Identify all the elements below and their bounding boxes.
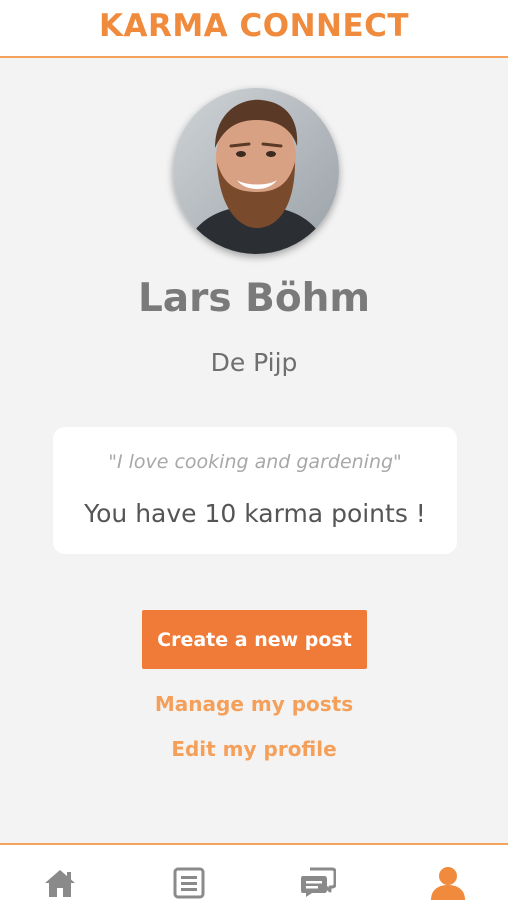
list-icon: [173, 867, 205, 899]
nav-feed[interactable]: [169, 863, 209, 903]
profile-info-card: "I love cooking and gardening" You have …: [53, 427, 457, 554]
karma-points-text: You have 10 karma points !: [84, 499, 426, 528]
app-title: KARMA CONNECT: [98, 8, 410, 44]
app-header: KARMA CONNECT: [0, 0, 508, 58]
bio-quote: "I love cooking and gardening": [108, 451, 402, 473]
create-post-button[interactable]: Create a new post: [142, 610, 367, 669]
nav-home[interactable]: [40, 863, 80, 903]
user-location: De Pijp: [210, 348, 298, 377]
user-name: Lars Böhm: [137, 276, 371, 321]
avatar: [173, 88, 339, 254]
edit-profile-link[interactable]: Edit my profile: [0, 737, 508, 761]
nav-profile[interactable]: [428, 863, 468, 903]
home-icon: [45, 870, 75, 897]
manage-posts-link[interactable]: Manage my posts: [0, 692, 508, 716]
nav-chat[interactable]: [298, 863, 338, 903]
bottom-nav: [0, 843, 508, 918]
user-icon: [431, 867, 465, 900]
chat-icon: [301, 867, 336, 897]
